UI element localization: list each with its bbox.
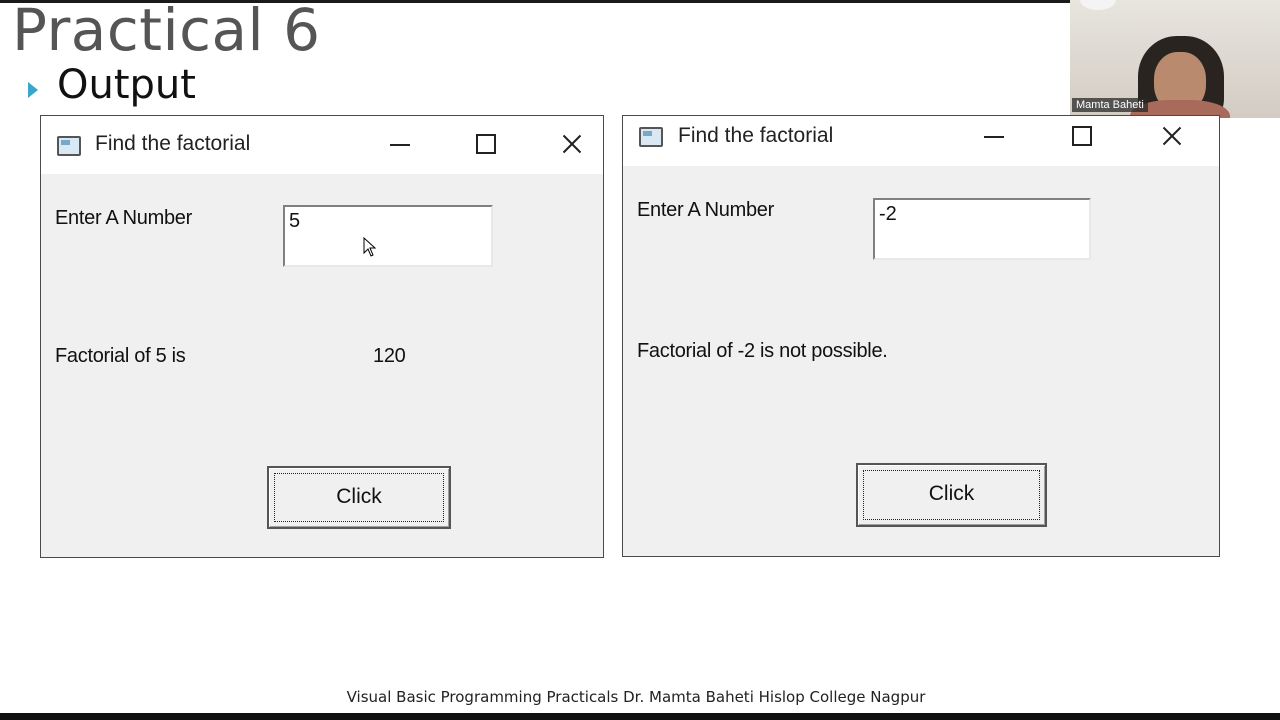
form-icon — [639, 127, 663, 147]
factorial-result-label: Factorial of 5 is — [55, 345, 186, 367]
slide-footer: Visual Basic Programming Practicals Dr. … — [346, 688, 926, 706]
maximize-icon[interactable] — [470, 129, 500, 159]
click-button[interactable]: Click — [267, 466, 451, 529]
click-button-label: Click — [336, 485, 382, 508]
click-button[interactable]: Click — [856, 463, 1047, 527]
form-icon — [57, 136, 81, 156]
minimize-icon[interactable] — [979, 121, 1009, 151]
window-titlebar[interactable]: Find the factorial — [41, 116, 603, 174]
maximize-icon[interactable] — [1066, 121, 1096, 151]
number-input[interactable]: 5 — [283, 205, 493, 267]
close-icon[interactable] — [1157, 121, 1187, 151]
factorial-result-value: 120 — [373, 345, 406, 367]
factorial-window-left: Find the factorial Enter A Number 5 Fact… — [40, 115, 604, 558]
enter-number-label: Enter A Number — [55, 207, 192, 229]
factorial-window-right: Find the factorial Enter A Number -2 Fac… — [622, 115, 1220, 557]
participant-video: Mamta Baheti — [1070, 0, 1280, 118]
triangle-bullet-icon — [28, 82, 38, 98]
participant-name-tag: Mamta Baheti — [1072, 98, 1148, 112]
slide-title: Practical 6 — [12, 0, 321, 64]
factorial-result-label: Factorial of -2 is not possible. — [637, 340, 888, 362]
click-button-label: Click — [928, 482, 975, 505]
window-titlebar[interactable]: Find the factorial — [623, 116, 1219, 166]
close-icon[interactable] — [557, 129, 587, 159]
mouse-pointer-icon — [363, 237, 377, 257]
enter-number-label: Enter A Number — [637, 199, 774, 221]
slide-subtitle: Output — [57, 62, 196, 108]
window-title: Find the factorial — [95, 132, 251, 155]
window-title: Find the factorial — [678, 124, 834, 147]
slide-bottom-border — [0, 713, 1280, 720]
number-input[interactable]: -2 — [873, 198, 1091, 260]
minimize-icon[interactable] — [385, 129, 415, 159]
